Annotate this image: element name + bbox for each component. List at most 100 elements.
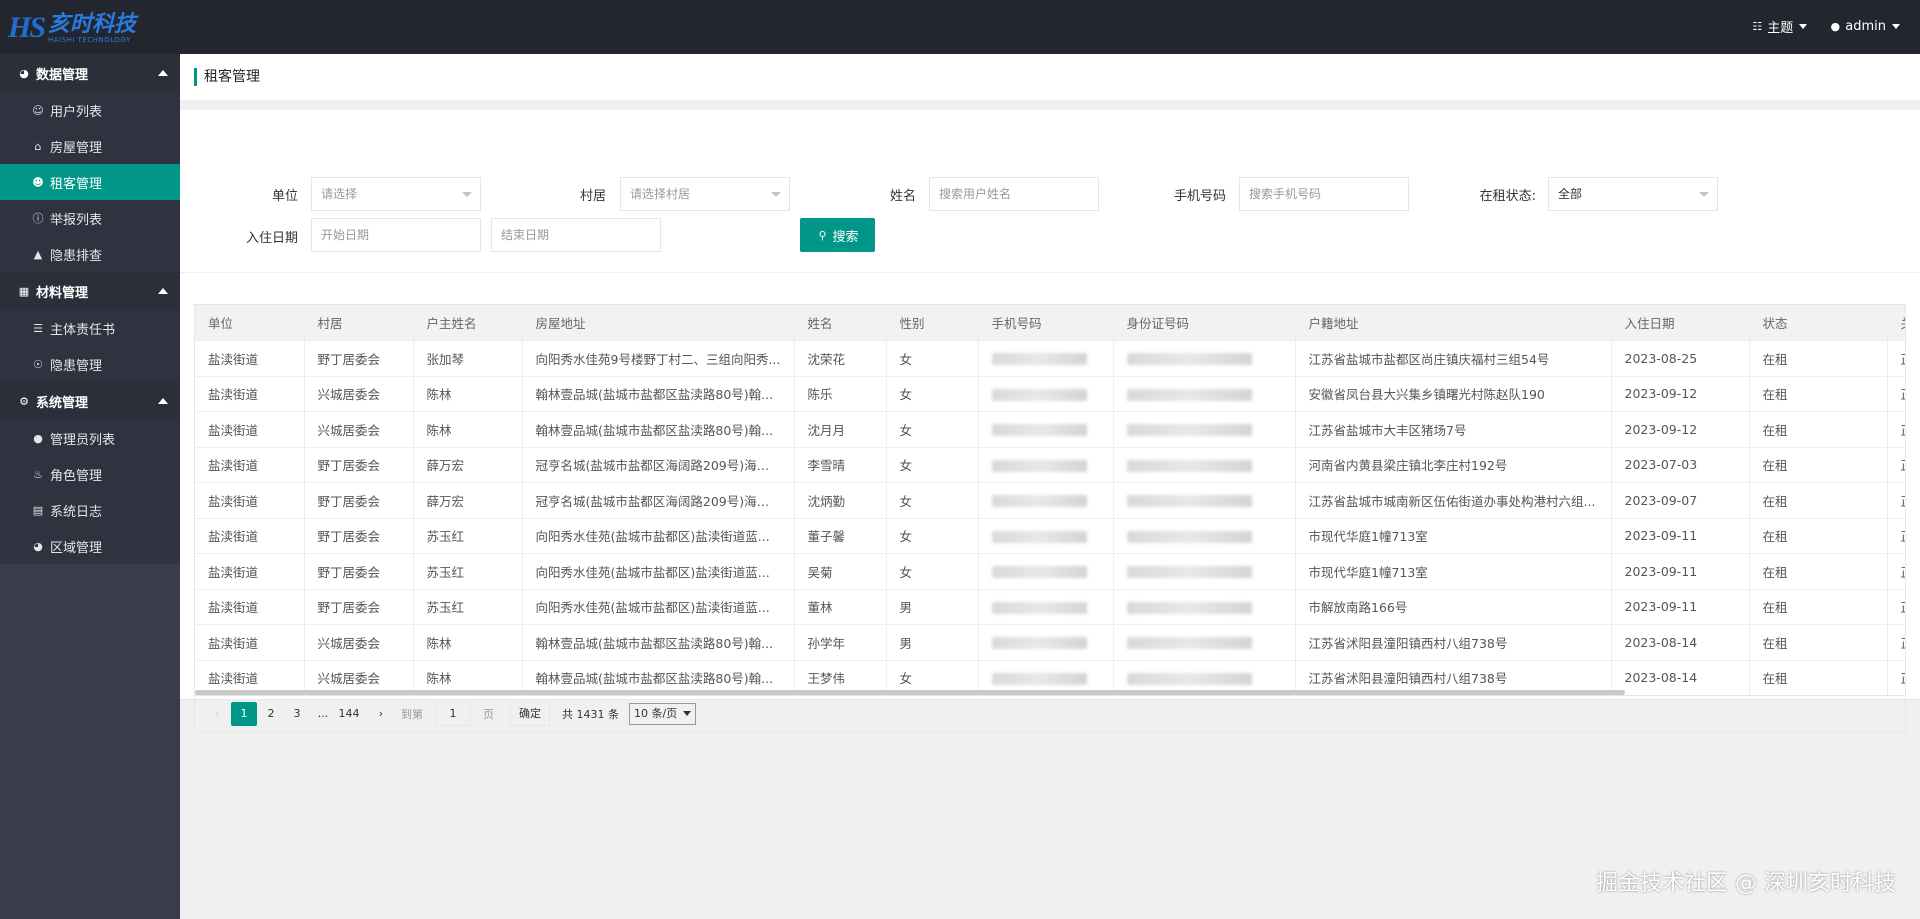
status-select[interactable]: 全部 [1548,177,1718,211]
table-cell: 向阳秀水佳苑(盐城市盐都区)盐渎街道蓝... [522,589,795,625]
page-size-select[interactable]: 10 条/页 [629,702,697,725]
redacted-blur [991,388,1087,401]
redacted-blur [991,353,1087,366]
user-icon: ☺ [32,103,44,117]
masked-id-number [1113,376,1296,412]
col-header[interactable]: 性别 [886,305,979,341]
menu-group-material[interactable]: ▦ 材料管理 [0,272,180,310]
table-cell: 苏玉红 [413,553,523,590]
table-cell: 江苏省盐城市盐都区尚庄镇庆福村三组54号 [1295,340,1612,377]
table-cell: 在租 [1749,553,1888,590]
sidebar-item-region[interactable]: ◕ 区域管理 [0,528,180,564]
redacted-blur [1126,566,1252,579]
table-cell: 男 [886,624,979,661]
table-cell: 女 [886,518,979,554]
page-title: 租客管理 [194,68,260,86]
table-cell: 苏玉红 [413,589,523,625]
table-row[interactable]: 盐渎街道 野丁居委会 张加琴 向阳秀水佳苑9号楼野丁村二、三组向阳秀... 沈荣花女 江苏… [195,340,1905,377]
table-cell: 正 [1887,518,1905,554]
gear-icon: ⚙ [19,394,29,408]
last-page-button[interactable]: 144 [337,702,361,726]
col-header[interactable]: 户主姓名 [413,305,523,341]
table-cell: 在租 [1749,624,1888,661]
table-cell: 2023-09-12 [1611,376,1750,412]
col-header[interactable]: 村居 [304,305,414,341]
user-menu[interactable]: ● admin [1829,17,1900,36]
redacted-blur [1126,601,1252,614]
sidebar-item-user-list[interactable]: ☺ 用户列表 [0,92,180,128]
col-header[interactable]: 手机号码 [978,305,1114,341]
table-cell: 沈月月 [794,411,887,448]
table-cell: 在租 [1749,660,1888,695]
col-header[interactable]: 单位 [195,305,305,341]
page-button[interactable]: 3 [285,702,309,726]
horizontal-scrollbar[interactable] [195,690,1625,695]
theme-menu[interactable]: ☷ 主题 [1751,17,1808,36]
table-cell: 盐渎街道 [195,482,305,519]
sidebar-item-hazard-check[interactable]: ▲ 隐患排查 [0,236,180,272]
end-date-input[interactable]: 结束日期 [491,218,661,252]
table-cell: 野丁居委会 [304,589,414,625]
sidebar-item-system-log[interactable]: ▤ 系统日志 [0,492,180,528]
table-cell: 正 [1887,411,1905,448]
masked-phone [978,624,1114,661]
menu-group-system[interactable]: ⚙ 系统管理 [0,382,180,420]
table-row[interactable]: 盐渎街道 野丁居委会 苏玉红 向阳秀水佳苑(盐城市盐都区)盐渎街道蓝... 董子馨女 市现… [195,518,1905,554]
col-header[interactable]: 状态 [1749,305,1888,341]
next-page-icon[interactable]: › [369,702,393,726]
chevron-down-icon [462,192,472,197]
sidebar-item-tenant[interactable]: ☻ 租客管理 [0,164,180,200]
village-select[interactable]: 请选择村居 [620,177,790,211]
phone-input[interactable]: 搜索手机号码 [1239,177,1409,211]
logo[interactable]: HS 亥时科技 HAISHI TECHNOLOGY [8,8,136,48]
table-cell: 女 [886,340,979,377]
sidebar-item-responsibility[interactable]: ☰ 主体责任书 [0,310,180,346]
name-input[interactable]: 搜索用户姓名 [929,177,1099,211]
table-cell: 冠亨名城(盐城市盐都区海阔路209号)海阔... [522,447,795,483]
bank-icon: ▲ [33,247,43,261]
masked-phone [978,589,1114,625]
menu-group-data[interactable]: ◕ 数据管理 [0,54,180,92]
sidebar-item-hazard-manage[interactable]: ☉ 隐患管理 [0,346,180,382]
table-cell: 李雪晴 [794,447,887,483]
col-header[interactable]: 关 [1887,305,1905,341]
start-date-input[interactable]: 开始日期 [311,218,481,252]
search-button[interactable]: ⚲ 搜索 [800,218,875,252]
table-cell: 2023-07-03 [1611,447,1750,483]
data-icon: ◕ [19,66,29,80]
table-row[interactable]: 盐渎街道 野丁居委会 薛万宏 冠亨名城(盐城市盐都区海阔路209号)海阔... 沈炳勤女… [195,482,1905,519]
col-header[interactable]: 姓名 [794,305,887,341]
col-header[interactable]: 户籍地址 [1295,305,1612,341]
sidebar-item-role[interactable]: ♨ 角色管理 [0,456,180,492]
table-cell: 薛万宏 [413,447,523,483]
region-icon: ◕ [33,539,43,553]
sidebar-item-admin-list[interactable]: ● 管理员列表 [0,420,180,456]
col-header[interactable]: 身份证号码 [1113,305,1296,341]
page-unit-label: 页 [483,707,494,721]
page-button[interactable]: 1 [231,701,257,726]
table-row[interactable]: 盐渎街道 野丁居委会 薛万宏 冠亨名城(盐城市盐都区海阔路209号)海阔... 李雪晴女… [195,447,1905,483]
col-header[interactable]: 入住日期 [1611,305,1750,341]
table-cell: 2023-08-25 [1611,340,1750,377]
page-button[interactable]: 2 [259,702,283,726]
masked-phone [978,376,1114,412]
table-cell: 向阳秀水佳苑(盐城市盐都区)盐渎街道蓝... [522,518,795,554]
table-cell: 正 [1887,340,1905,377]
table-row[interactable]: 盐渎街道 兴城居委会 陈林 翰林壹品城(盐城市盐都区盐渎路80号)翰... 陈乐女 安徽省… [195,376,1905,412]
prev-page-icon[interactable]: ‹ [205,702,229,726]
table-cell: 董子馨 [794,518,887,554]
table-row[interactable]: 盐渎街道 野丁居委会 苏玉红 向阳秀水佳苑(盐城市盐都区)盐渎街道蓝... 董林男 市解放… [195,589,1905,625]
goto-page-input[interactable]: 1 [435,701,471,726]
col-header[interactable]: 房屋地址 [522,305,795,341]
sidebar-item-report[interactable]: ⓘ 举报列表 [0,200,180,236]
table-row[interactable]: 盐渎街道 兴城居委会 陈林 翰林壹品城(盐城市盐都区盐渎路80号)翰... 孙学年男 江苏… [195,624,1905,661]
phone-label: 手机号码 [1173,189,1226,204]
table-row[interactable]: 盐渎街道 野丁居委会 苏玉红 向阳秀水佳苑(盐城市盐都区)盐渎街道蓝... 吴菊女 市现代… [195,553,1905,590]
table-row[interactable]: 盐渎街道 兴城居委会 陈林 翰林壹品城(盐城市盐都区盐渎路80号)翰... 沈月月女 江苏… [195,411,1905,448]
table-cell: 安徽省凤台县大兴集乡镇曙光村陈赵队190 [1295,376,1612,412]
confirm-button[interactable]: 确定 [510,701,550,726]
caret-down-icon [1892,24,1900,29]
sidebar-item-house[interactable]: ⌂ 房屋管理 [0,128,180,164]
table-cell: 向阳秀水佳苑9号楼野丁村二、三组向阳秀... [522,340,795,377]
unit-select[interactable]: 请选择 [311,177,481,211]
